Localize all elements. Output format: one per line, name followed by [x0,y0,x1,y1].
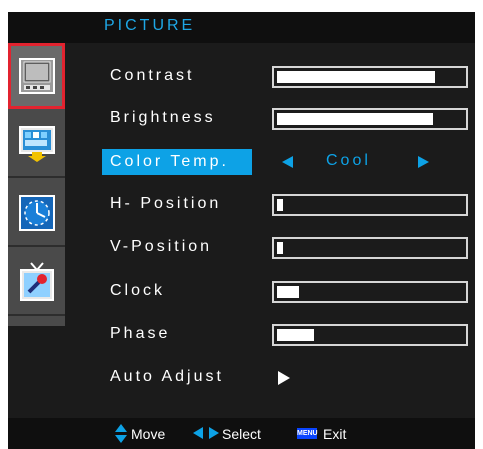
sidebar-item-picture[interactable] [8,43,65,109]
brightness-label: Brightness [110,109,216,126]
clock-slider[interactable] [272,281,468,303]
v-position-label: V-Position [110,238,213,255]
v-position-slider[interactable] [272,237,468,259]
footer-hints: Move Select MENU Exit [8,418,475,449]
menu-row-brightness[interactable]: Brightness [102,106,472,132]
menu-row-phase[interactable]: Phase [102,322,472,348]
contrast-slider-fill [277,71,435,83]
brightness-slider[interactable] [272,108,468,130]
move-hint: Move [131,426,166,442]
menu-title: PICTURE [104,17,196,34]
menu-key-badge: MENU [297,428,318,439]
menu-row-contrast[interactable]: Contrast [102,64,472,90]
arrow-right-icon[interactable] [418,156,429,168]
menu-row-v-position[interactable]: V-Position [102,235,472,261]
exit-hint: Exit [323,426,347,442]
menu-row-auto-adjust[interactable]: Auto Adjust [102,365,472,391]
left-right-arrow-icon [193,427,219,439]
title-bar: PICTURE [8,12,475,43]
select-hint: Select [222,426,261,442]
menu-row-clock[interactable]: Clock [102,279,472,305]
phase-slider[interactable] [272,324,468,346]
clock-label: Clock [110,282,166,299]
contrast-slider[interactable] [272,66,468,88]
brightness-slider-fill [277,113,433,125]
sidebar-item-position[interactable] [8,181,65,247]
color-temp-value: Cool [326,152,371,169]
menu-row-color-temp[interactable]: Color Temp. Cool [102,149,472,175]
color-temp-label: Color Temp. [102,149,252,175]
h-position-label: H- Position [110,195,222,212]
sidebar-item-color[interactable] [8,112,65,178]
h-position-slider-fill [277,199,283,211]
sidebar-item-setup[interactable] [8,250,65,316]
h-position-slider[interactable] [272,194,468,216]
auto-adjust-label: Auto Adjust [110,368,224,385]
phase-label: Phase [110,325,171,342]
contrast-label: Contrast [110,67,195,84]
play-arrow-icon[interactable] [278,371,290,385]
up-down-arrow-icon [115,424,127,443]
picture-settings-panel: Contrast Brightness Color Temp. Cool H- … [65,43,475,418]
color-temp-selector[interactable]: Cool [272,149,468,175]
clock-icon [18,195,55,231]
arrow-left-icon[interactable] [282,156,293,168]
clock-slider-fill [277,286,299,298]
osd-menu: PICTURE Contrast Brightness Color Temp. … [8,12,475,449]
picture-icon [18,58,55,94]
category-sidebar [8,43,65,326]
menu-row-h-position[interactable]: H- Position [102,192,472,218]
phase-slider-fill [277,329,314,341]
setup-tv-icon [19,262,54,301]
color-adjust-icon [18,126,55,162]
v-position-slider-fill [277,242,283,254]
